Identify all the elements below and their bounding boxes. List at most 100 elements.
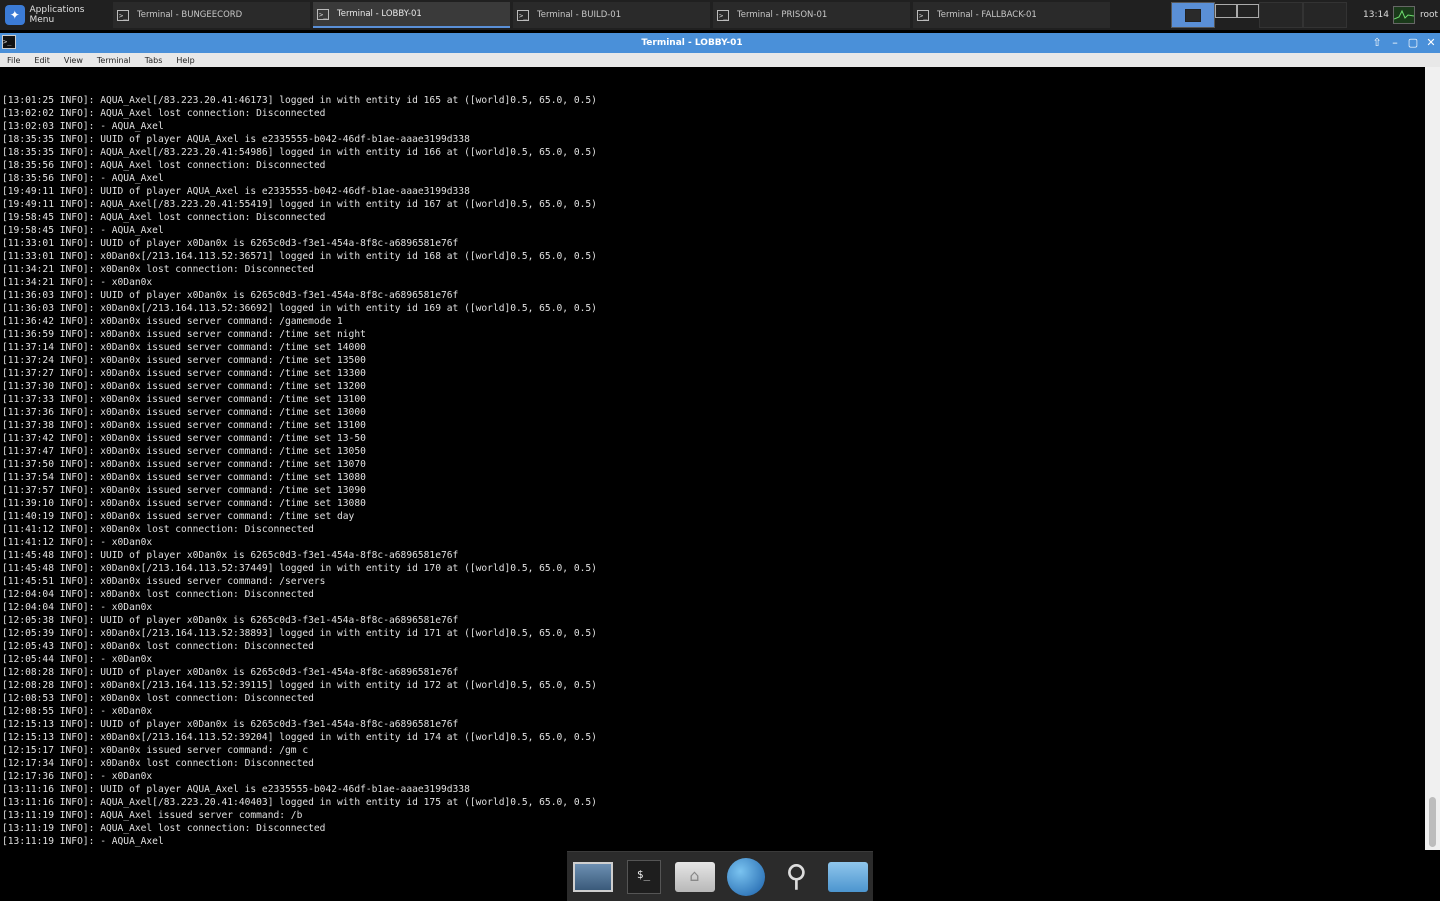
taskbar-item-fallback[interactable]: >_ Terminal - FALLBACK-01 (913, 2, 1110, 28)
magnifier-icon: ⚲ (785, 859, 808, 894)
dock-home-folder[interactable] (673, 857, 717, 897)
menu-terminal[interactable]: Terminal (90, 56, 138, 65)
terminal-line: [11:40:19 INFO]: x0Dan0x issued server c… (2, 511, 355, 522)
menu-view[interactable]: View (57, 56, 90, 65)
terminal-line: [19:49:11 INFO]: UUID of player AQUA_Axe… (2, 186, 470, 197)
terminal-line: [12:05:44 INFO]: - x0Dan0x (2, 654, 153, 665)
terminal-line: [11:41:12 INFO]: x0Dan0x lost connection… (2, 524, 314, 535)
terminal-line: [11:41:12 INFO]: - x0Dan0x (2, 537, 153, 548)
terminal-line: [11:45:51 INFO]: x0Dan0x issued server c… (2, 576, 326, 587)
minimize-button[interactable]: – (1388, 35, 1402, 51)
applications-menu-button[interactable]: ✦ Applications Menu (0, 0, 110, 30)
terminal-line: [11:39:10 INFO]: x0Dan0x issued server c… (2, 498, 366, 509)
panel-clock[interactable]: 13:14 (1363, 0, 1389, 30)
terminal-line: [11:37:24 INFO]: x0Dan0x issued server c… (2, 355, 366, 366)
menu-file[interactable]: File (0, 56, 27, 65)
terminal-line: [11:45:48 INFO]: x0Dan0x[/213.164.113.52… (2, 563, 597, 574)
taskbar-item-label: Terminal - LOBBY-01 (337, 9, 422, 19)
taskbar-item-build[interactable]: >_ Terminal - BUILD-01 (513, 2, 710, 28)
menu-tabs[interactable]: Tabs (138, 56, 170, 65)
workspace-5[interactable] (1303, 2, 1347, 28)
terminal-line: [19:58:45 INFO]: AQUA_Axel lost connecti… (2, 212, 326, 223)
terminal-output[interactable]: [13:01:25 INFO]: AQUA_Axel[/83.223.20.41… (0, 67, 1425, 850)
terminal-line: [12:17:36 INFO]: - x0Dan0x (2, 771, 153, 782)
terminal-line: [13:11:19 INFO]: - AQUA_Axel (2, 836, 164, 847)
terminal-line: [11:36:03 INFO]: UUID of player x0Dan0x … (2, 290, 459, 301)
home-folder-icon (674, 861, 715, 892)
terminal-line: [11:37:36 INFO]: x0Dan0x issued server c… (2, 407, 366, 418)
terminal-line: [18:35:35 INFO]: AQUA_Axel[/83.223.20.41… (2, 147, 597, 158)
maximize-button[interactable]: ▢ (1406, 35, 1420, 51)
taskbar-item-label: Terminal - BUNGEECORD (137, 10, 243, 20)
terminal-line: [11:37:33 INFO]: x0Dan0x issued server c… (2, 394, 366, 405)
taskbar-item-label: Terminal - BUILD-01 (537, 10, 622, 20)
terminal-line: [12:05:38 INFO]: UUID of player x0Dan0x … (2, 615, 459, 626)
terminal-line: [11:36:59 INFO]: x0Dan0x issued server c… (2, 329, 366, 340)
workspace-4[interactable] (1259, 2, 1303, 28)
folder-icon (827, 861, 868, 892)
terminal-line: [11:36:42 INFO]: x0Dan0x issued server c… (2, 316, 343, 327)
terminal-icon: >_ (317, 8, 329, 20)
terminal-line: [18:35:56 INFO]: AQUA_Axel lost connecti… (2, 160, 326, 171)
taskbar-item-lobby[interactable]: >_ Terminal - LOBBY-01 (313, 2, 510, 28)
terminal-line: [18:35:56 INFO]: - AQUA_Axel (2, 173, 164, 184)
terminal-line: [12:08:53 INFO]: x0Dan0x lost connection… (2, 693, 314, 704)
terminal-line: [11:33:01 INFO]: UUID of player x0Dan0x … (2, 238, 459, 249)
workspace-2[interactable] (1215, 4, 1237, 18)
terminal-emulator-icon: $_ (626, 859, 661, 894)
terminal-line: [13:02:03 INFO]: - AQUA_Axel (2, 121, 164, 132)
dock-file-manager[interactable] (826, 857, 870, 897)
window-title: Terminal - LOBBY-01 (641, 38, 743, 48)
menu-bar: File Edit View Terminal Tabs Help (0, 53, 1440, 67)
workspace-3[interactable] (1237, 4, 1259, 18)
workspace-1[interactable] (1171, 2, 1215, 28)
window-shade-up-icon[interactable]: ⇧ (1370, 35, 1384, 51)
terminal-line: [12:08:28 INFO]: x0Dan0x[/213.164.113.52… (2, 680, 597, 691)
globe-icon (726, 857, 765, 896)
terminal-line: [19:49:11 INFO]: AQUA_Axel[/83.223.20.41… (2, 199, 597, 210)
workspace-switcher (1171, 2, 1347, 28)
dock-show-desktop[interactable] (571, 857, 615, 897)
terminal-line: [19:58:45 INFO]: - AQUA_Axel (2, 225, 164, 236)
terminal-line: [12:08:28 INFO]: UUID of player x0Dan0x … (2, 667, 459, 678)
terminal-line: [11:34:21 INFO]: - x0Dan0x (2, 277, 153, 288)
cpu-graph-line-icon (1393, 9, 1415, 20)
terminal-icon: >_ (717, 9, 729, 21)
menu-help[interactable]: Help (169, 56, 201, 65)
terminal-line: [13:11:19 INFO]: AQUA_Axel lost connecti… (2, 823, 326, 834)
dock-app-finder[interactable]: ⚲ (775, 857, 819, 897)
terminal-line: [12:05:39 INFO]: x0Dan0x[/213.164.113.52… (2, 628, 597, 639)
taskbar-item-label: Terminal - PRISON-01 (737, 10, 828, 20)
window-thumbnail-icon (1185, 8, 1201, 22)
terminal-line: [13:02:02 INFO]: AQUA_Axel lost connecti… (2, 108, 326, 119)
show-desktop-icon (572, 861, 613, 892)
terminal-line: [13:11:16 INFO]: UUID of player AQUA_Axe… (2, 784, 470, 795)
terminal-line: [11:36:03 INFO]: x0Dan0x[/213.164.113.52… (2, 303, 597, 314)
menu-edit[interactable]: Edit (27, 56, 57, 65)
terminal-line: [13:01:25 INFO]: AQUA_Axel[/83.223.20.41… (2, 95, 597, 106)
scrollbar-thumb[interactable] (1429, 797, 1436, 847)
terminal-line: [11:37:57 INFO]: x0Dan0x issued server c… (2, 485, 366, 496)
cpu-graph-icon[interactable] (1393, 6, 1415, 24)
taskbar-item-prison[interactable]: >_ Terminal - PRISON-01 (713, 2, 910, 28)
terminal-line: [12:15:13 INFO]: UUID of player x0Dan0x … (2, 719, 459, 730)
dock-web-browser[interactable] (724, 857, 768, 897)
close-button[interactable]: ✕ (1424, 35, 1438, 51)
panel-user[interactable]: root (1420, 0, 1438, 30)
terminal-line: [18:35:35 INFO]: UUID of player AQUA_Axe… (2, 134, 470, 145)
taskbar-item-bungeecord[interactable]: >_ Terminal - BUNGEECORD (113, 2, 310, 28)
terminal-icon: >_ (117, 9, 129, 21)
top-panel: ✦ Applications Menu >_ Terminal - BUNGEE… (0, 0, 1440, 30)
terminal-line: [12:04:04 INFO]: - x0Dan0x (2, 602, 153, 613)
terminal-line: [11:37:30 INFO]: x0Dan0x issued server c… (2, 381, 366, 392)
terminal-line: [12:17:34 INFO]: x0Dan0x lost connection… (2, 758, 314, 769)
dock-terminal[interactable]: $_ (622, 857, 666, 897)
terminal-icon: >_ (517, 9, 529, 21)
terminal-icon: >_ (917, 9, 929, 21)
window-titlebar[interactable]: >_ Terminal - LOBBY-01 ⇧ – ▢ ✕ (0, 33, 1440, 53)
terminal-line: [11:33:01 INFO]: x0Dan0x[/213.164.113.52… (2, 251, 597, 262)
terminal-line: [11:37:38 INFO]: x0Dan0x issued server c… (2, 420, 366, 431)
terminal-scrollbar[interactable] (1425, 67, 1440, 850)
terminal-line: [12:08:55 INFO]: - x0Dan0x (2, 706, 153, 717)
terminal-line: [11:37:54 INFO]: x0Dan0x issued server c… (2, 472, 366, 483)
